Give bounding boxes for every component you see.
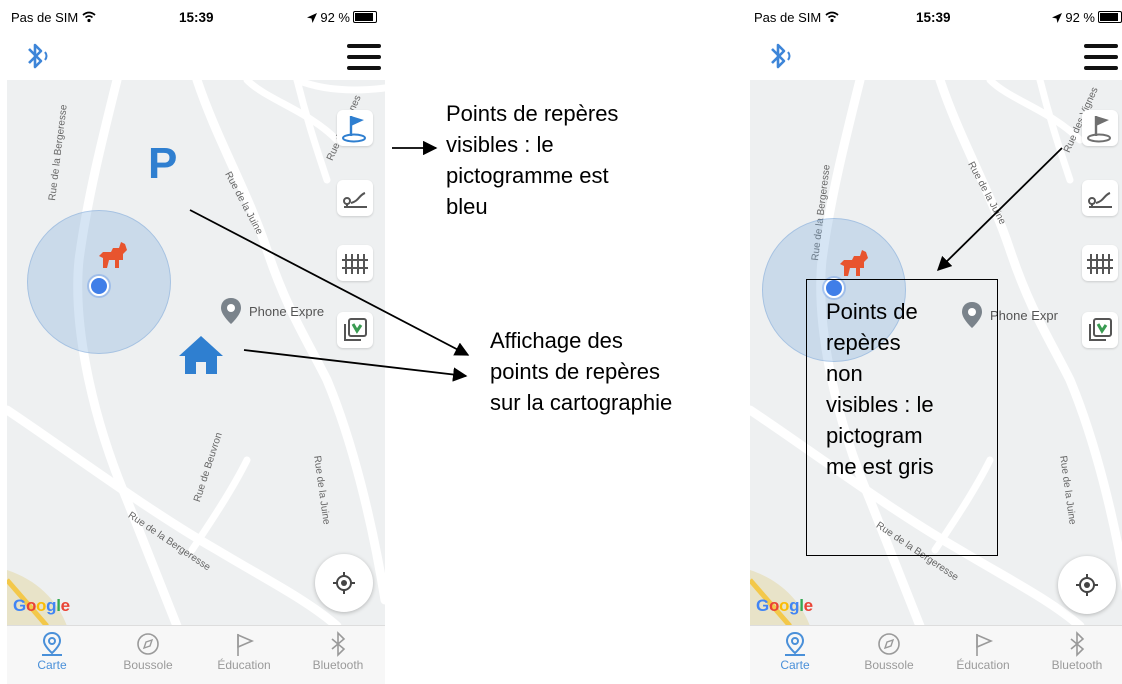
annotation-line: visibles : le <box>826 392 934 417</box>
annotation-visible-landmarks: Points de repères visibles : le pictogra… <box>446 98 618 222</box>
flag-icon <box>1087 116 1111 143</box>
map-layer-button[interactable] <box>337 312 373 348</box>
flag-icon <box>342 116 366 143</box>
bluetooth-icon <box>331 631 346 657</box>
google-logo: Google <box>13 596 70 615</box>
tab-education[interactable]: Éducation <box>938 630 1028 672</box>
battery-icon <box>353 11 377 23</box>
tab-carte[interactable]: Carte <box>7 630 97 672</box>
status-bar: Pas de SIM 15:39 92 % <box>7 0 385 34</box>
route-button[interactable] <box>337 180 373 216</box>
route-icon <box>343 192 367 208</box>
annotation-line: bleu <box>446 194 488 219</box>
route-icon <box>1088 192 1112 208</box>
tab-bluetooth[interactable]: Bluetooth <box>293 630 383 672</box>
annotation-line: Points de <box>826 299 918 324</box>
annotation-line: non <box>826 361 863 386</box>
wifi-icon <box>82 11 96 23</box>
tab-bar: Carte Boussole Éducation Bluetooth <box>7 625 385 684</box>
crosshair-icon <box>1076 574 1098 596</box>
map-layers-icon <box>1089 318 1112 341</box>
tab-bar: Carte Boussole Éducation Bluetooth <box>750 625 1122 684</box>
location-arrow-icon <box>1052 13 1063 23</box>
fence-button[interactable] <box>337 245 373 281</box>
hamburger-menu-button[interactable] <box>347 44 381 72</box>
annotation-landmarks-on-map: Affichage des points de repères sur la c… <box>490 325 672 418</box>
poi-label: Phone Expr <box>990 308 1058 323</box>
bluetooth-icon <box>28 43 48 69</box>
map-pin-icon <box>785 631 805 656</box>
map-layer-button[interactable] <box>1082 312 1118 348</box>
tab-boussole[interactable]: Boussole <box>103 630 193 672</box>
annotation-line: sur la cartographie <box>490 390 673 415</box>
annotation-hidden-landmarks: Points de repères non visibles : le pict… <box>826 296 934 482</box>
flag-icon <box>237 633 255 656</box>
top-bar <box>750 34 1122 80</box>
dog-marker-icon <box>99 242 127 268</box>
status-bar: Pas de SIM 15:39 92 % <box>750 0 1122 34</box>
fence-button[interactable] <box>1082 245 1118 281</box>
landmarks-toggle-button[interactable] <box>1082 110 1118 146</box>
tab-boussole[interactable]: Boussole <box>844 630 934 672</box>
map-layers-icon <box>344 318 367 341</box>
flag-icon <box>976 633 994 656</box>
top-bar <box>7 34 385 80</box>
map-view[interactable]: Rue de la Bergeresse Rue de la Juine Rue… <box>7 80 385 626</box>
bluetooth-status-button[interactable] <box>23 40 57 72</box>
annotation-line: pictogramme est <box>446 163 609 188</box>
crosshair-icon <box>333 572 355 594</box>
recenter-button[interactable] <box>315 554 373 612</box>
route-button[interactable] <box>1082 180 1118 216</box>
annotation-line: repères <box>826 330 901 355</box>
tab-carte[interactable]: Carte <box>750 630 840 672</box>
carrier-label: Pas de SIM <box>754 10 839 25</box>
hamburger-menu-button[interactable] <box>1084 44 1118 72</box>
battery-indicator: 92 % <box>1052 10 1122 25</box>
compass-icon <box>137 633 159 655</box>
annotation-line: points de repères <box>490 359 660 384</box>
location-arrow-icon <box>307 13 318 23</box>
tab-bluetooth[interactable]: Bluetooth <box>1032 630 1122 672</box>
fence-icon <box>342 254 368 274</box>
bluetooth-status-button[interactable] <box>766 40 800 72</box>
home-landmark-icon[interactable] <box>177 334 225 376</box>
clock: 15:39 <box>916 10 951 25</box>
recenter-button[interactable] <box>1058 556 1116 614</box>
annotation-line: visibles : le <box>446 132 554 157</box>
phone-screen-visible-landmarks: Pas de SIM 15:39 92 % Rue de la Bergeres… <box>7 0 385 684</box>
dog-marker-icon <box>840 250 868 276</box>
annotation-line: pictogram <box>826 423 923 448</box>
user-location-dot <box>89 276 109 296</box>
tab-education[interactable]: Éducation <box>199 630 289 672</box>
fence-icon <box>1087 254 1113 274</box>
clock: 15:39 <box>179 10 214 25</box>
battery-indicator: 92 % <box>307 10 377 25</box>
bluetooth-icon <box>771 43 791 69</box>
annotation-line: Affichage des <box>490 328 623 353</box>
bluetooth-icon <box>1070 631 1085 657</box>
wifi-icon <box>825 11 839 23</box>
landmarks-toggle-button[interactable] <box>337 110 373 146</box>
poi-label: Phone Expre <box>249 304 325 319</box>
compass-icon <box>878 633 900 655</box>
parking-landmark-icon[interactable]: P <box>148 142 177 186</box>
annotation-line: me est gris <box>826 454 934 479</box>
google-logo: Google <box>756 596 813 615</box>
carrier-label: Pas de SIM <box>11 10 96 25</box>
battery-icon <box>1098 11 1122 23</box>
annotation-line: Points de repères <box>446 101 619 126</box>
map-pin-icon <box>42 631 62 656</box>
poi-pin-icon <box>221 298 241 324</box>
